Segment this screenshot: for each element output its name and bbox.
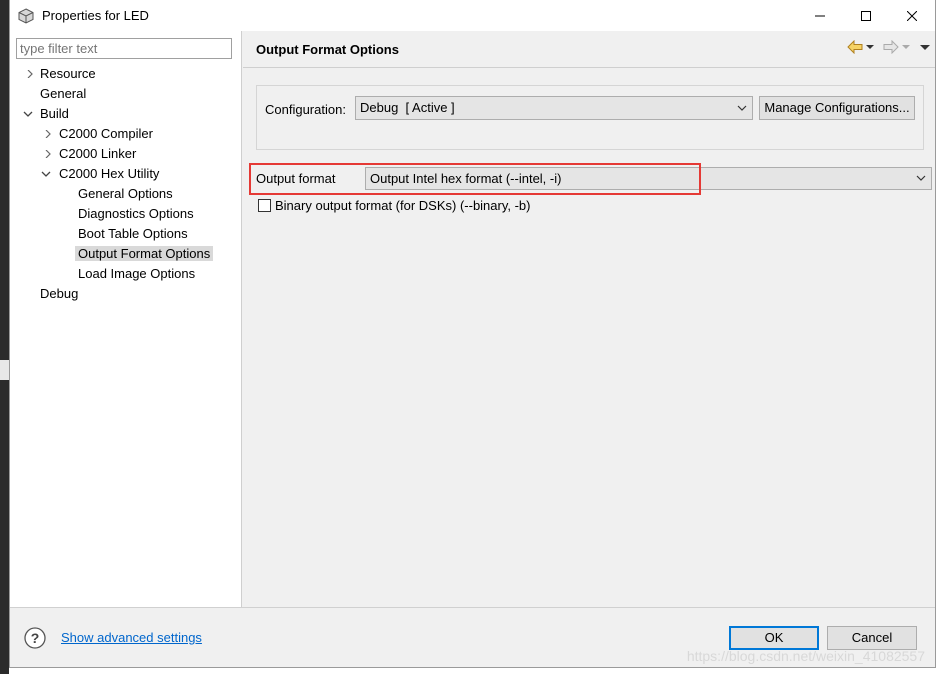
binary-output-row[interactable]: Binary output format (for DSKs) (--binar… [258, 198, 531, 213]
ok-button[interactable]: OK [729, 626, 819, 650]
tree-item-c2000-compiler[interactable]: C2000 Compiler [42, 124, 153, 144]
tree-item-label: Diagnostics Options [78, 206, 194, 221]
close-button[interactable] [889, 0, 935, 31]
configuration-select[interactable]: Debug [ Active ] [355, 96, 753, 120]
view-menu-icon [920, 45, 930, 50]
tree-item-label: Output Format Options [75, 246, 214, 261]
arrow-right-icon [883, 39, 899, 55]
dropdown-triangle-icon [866, 45, 874, 49]
forward-menu-button[interactable] [901, 40, 911, 57]
chevron-down-icon [735, 97, 749, 119]
show-advanced-settings-link[interactable]: Show advanced settings [61, 630, 202, 645]
close-icon [907, 10, 917, 21]
binary-output-checkbox[interactable] [258, 199, 271, 212]
minimize-icon [815, 15, 825, 16]
chevron-down-icon [914, 168, 928, 189]
chevron-down-icon[interactable] [22, 104, 34, 124]
cancel-button[interactable]: Cancel [827, 626, 917, 650]
filter-input[interactable] [16, 38, 232, 59]
manage-configurations-button[interactable]: Manage Configurations... [759, 96, 915, 120]
tree-item-label: Resource [40, 66, 96, 81]
help-icon[interactable]: ? [24, 627, 46, 649]
back-menu-button[interactable] [865, 40, 875, 57]
background-editor-strip [0, 360, 9, 380]
tree-item-c2000-linker[interactable]: C2000 Linker [42, 144, 136, 164]
watermark: https://blog.csdn.net/weixin_41082557 [686, 648, 925, 664]
properties-dialog: Properties for LED Resource General [9, 0, 936, 668]
tree-item-label: C2000 Hex Utility [59, 166, 160, 181]
minimize-button[interactable] [797, 0, 843, 31]
maximize-button[interactable] [843, 0, 889, 31]
tree-item-label: Boot Table Options [78, 226, 188, 241]
binary-output-label: Binary output format (for DSKs) (--binar… [275, 198, 531, 213]
chevron-down-icon[interactable] [40, 164, 52, 184]
background-editor [0, 0, 9, 674]
tree-item-resource[interactable]: Resource [24, 64, 96, 84]
arrow-left-icon [847, 39, 863, 55]
window-title: Properties for LED [42, 8, 149, 23]
back-button[interactable] [847, 39, 863, 57]
page-header: Output Format Options [243, 31, 935, 67]
chevron-right-icon[interactable] [24, 64, 36, 84]
tree-item-general-options[interactable]: General Options [78, 184, 173, 204]
page-title: Output Format Options [256, 42, 399, 57]
view-menu-button[interactable] [919, 40, 931, 57]
tree-item-label: General Options [78, 186, 173, 201]
tree-item-output-format-options[interactable]: Output Format Options [75, 244, 214, 264]
button-bar: ? Show advanced settings OK Cancel https… [10, 607, 935, 667]
tree-item-general[interactable]: General [40, 84, 86, 104]
maximize-icon [861, 10, 871, 21]
navigation-buttons [847, 39, 931, 57]
configuration-group: Configuration: Debug [ Active ] Manage C… [256, 85, 924, 150]
svg-text:?: ? [31, 630, 40, 646]
tree-item-label: C2000 Compiler [59, 126, 153, 141]
tree-item-diagnostics-options[interactable]: Diagnostics Options [78, 204, 194, 224]
chevron-right-icon[interactable] [42, 124, 54, 144]
dropdown-triangle-icon [902, 45, 910, 49]
tree-item-c2000-hex-utility[interactable]: C2000 Hex Utility [40, 164, 159, 184]
tree-item-label: Debug [40, 286, 79, 301]
tree-item-debug[interactable]: Debug [40, 284, 78, 304]
property-page: Output Format Options Configuration: Deb… [243, 31, 935, 607]
highlight-annotation [249, 163, 701, 195]
preference-tree: Resource General Build C2000 Compiler C2… [10, 31, 242, 607]
tree-item-label: Build [40, 106, 69, 121]
forward-button[interactable] [883, 39, 899, 57]
header-separator [243, 67, 935, 68]
tree-item-label: Load Image Options [78, 266, 196, 281]
chevron-right-icon[interactable] [42, 144, 54, 164]
tree-item-label: C2000 Linker [59, 146, 137, 161]
tree-item-load-image-options[interactable]: Load Image Options [78, 264, 195, 284]
configuration-value: Debug [ Active ] [360, 100, 455, 115]
tree-item-label: General [40, 86, 87, 101]
configuration-label: Configuration: [265, 102, 346, 117]
app-icon [18, 7, 34, 24]
tree-item-boot-table-options[interactable]: Boot Table Options [78, 224, 188, 244]
tree-item-build[interactable]: Build [22, 104, 69, 124]
title-bar: Properties for LED [10, 0, 935, 31]
